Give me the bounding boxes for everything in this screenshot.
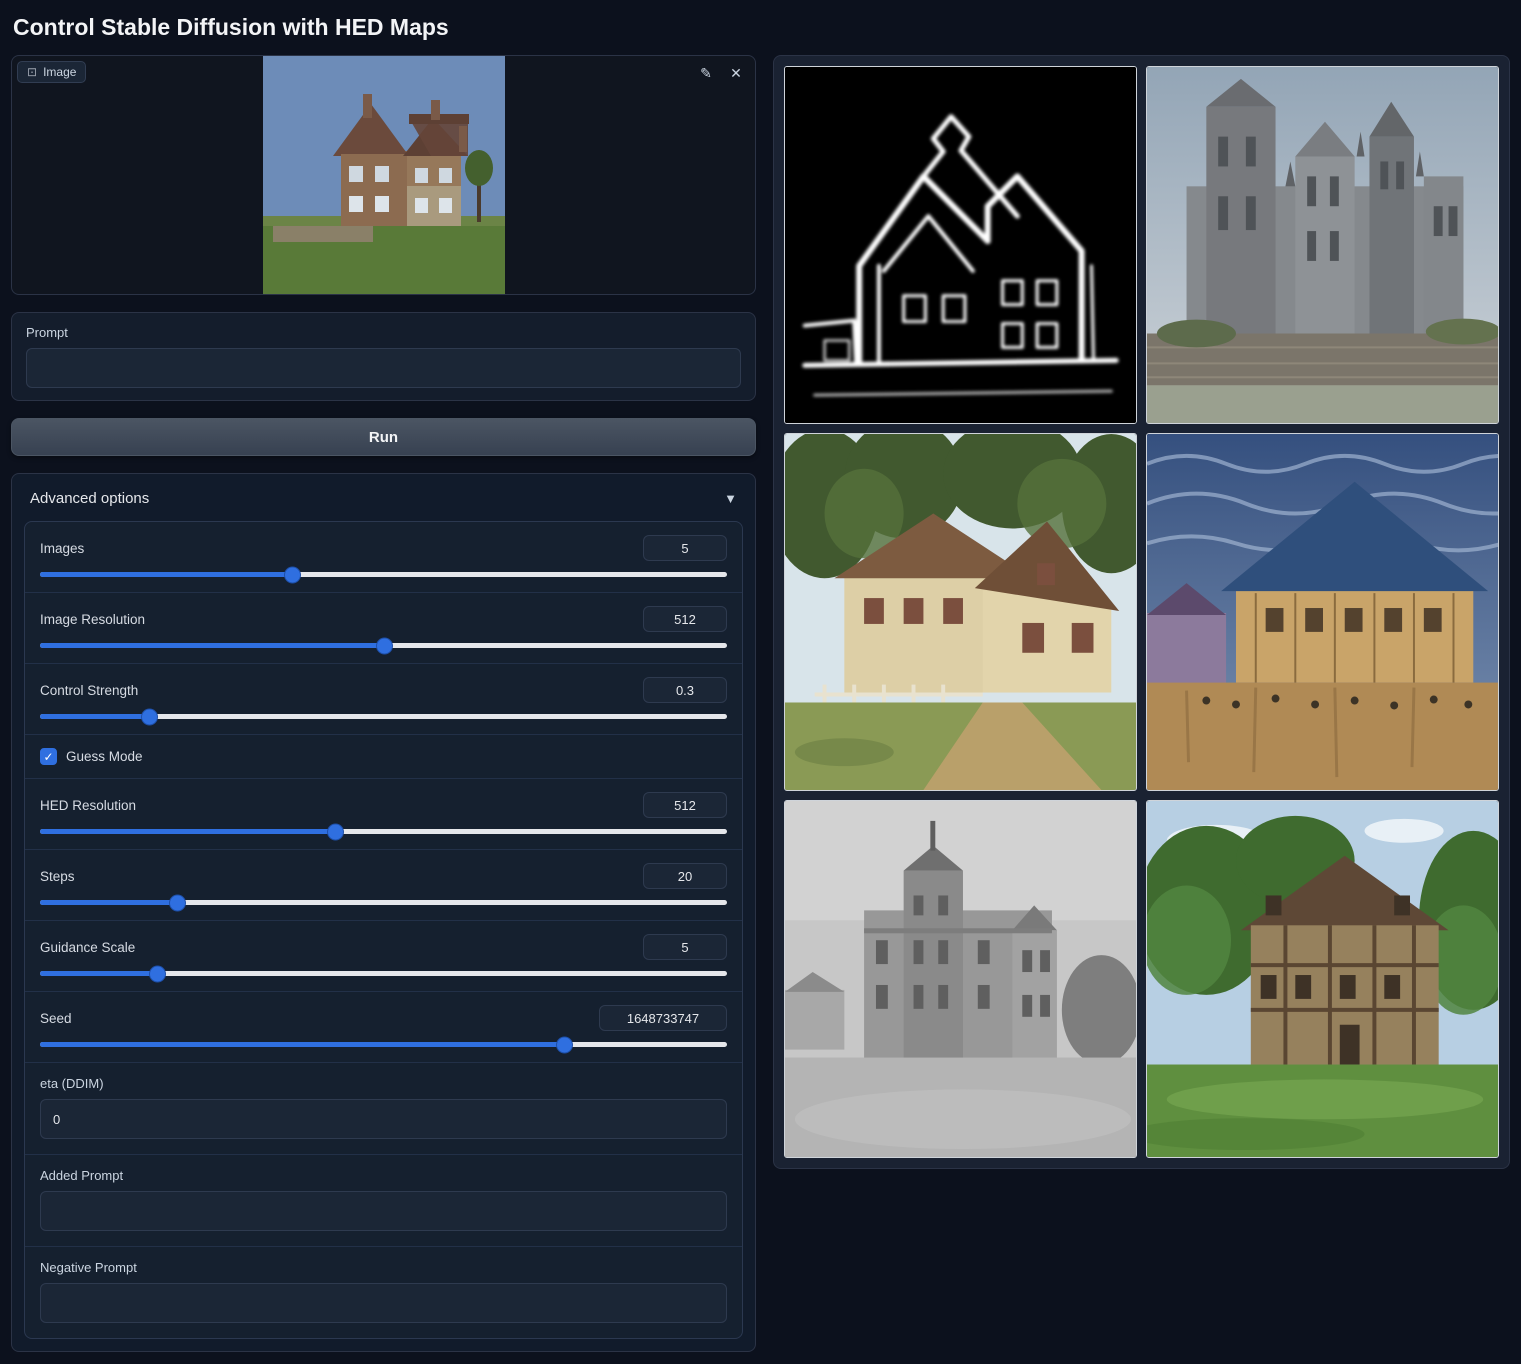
image-resolution-label: Image Resolution (40, 612, 145, 627)
slider-row-hed-resolution: HED Resolution (25, 779, 742, 850)
check-icon: ✓ (43, 750, 53, 764)
output-column (773, 55, 1510, 1169)
hed-resolution-label: HED Resolution (40, 798, 136, 813)
hed-resolution-slider-handle[interactable] (328, 824, 343, 839)
images-slider-handle[interactable] (285, 567, 300, 582)
prompt-label: Prompt (26, 325, 741, 340)
negative-prompt-row: Negative Prompt (25, 1247, 742, 1338)
gallery-item-timbered-house[interactable] (1146, 800, 1499, 1158)
image-icon: ⊡ (27, 65, 37, 79)
gallery-image-stylized-painting (1147, 434, 1498, 790)
image-resolution-value-input[interactable] (643, 606, 727, 632)
gallery-image-cottage-painting (785, 434, 1136, 790)
eta-label: eta (DDIM) (40, 1076, 727, 1091)
slider-row-control-strength: Control Strength (25, 664, 742, 735)
images-label: Images (40, 541, 84, 556)
gallery-image-cathedral (1147, 67, 1498, 423)
image-tab: ⊡ Image (17, 61, 86, 83)
prompt-panel: Prompt (11, 312, 756, 401)
run-button[interactable]: Run (11, 418, 756, 456)
image-tab-label: Image (43, 65, 76, 79)
options-box: Images Image Resolution (24, 521, 743, 1339)
control-strength-label: Control Strength (40, 683, 138, 698)
slider-row-image-resolution: Image Resolution (25, 593, 742, 664)
page-title: Control Stable Diffusion with HED Maps (13, 14, 1510, 41)
negative-prompt-input[interactable] (40, 1283, 727, 1323)
gallery-item-grayscale-building[interactable] (784, 800, 1137, 1158)
added-prompt-input[interactable] (40, 1191, 727, 1231)
prompt-input[interactable] (26, 348, 741, 388)
edit-icon[interactable]: ✎ (695, 62, 717, 84)
gallery-image-timbered-house (1147, 801, 1498, 1157)
guess-mode-label: Guess Mode (66, 749, 143, 764)
control-strength-slider-handle[interactable] (142, 709, 157, 724)
image-upload[interactable]: ⊡ Image ✎ ✕ (11, 55, 756, 295)
controls-column: ⊡ Image ✎ ✕ (11, 55, 756, 1352)
seed-value-input[interactable] (599, 1005, 727, 1031)
guidance-scale-slider-track[interactable] (40, 971, 727, 976)
added-prompt-label: Added Prompt (40, 1168, 727, 1183)
control-strength-value-input[interactable] (643, 677, 727, 703)
control-strength-slider-track[interactable] (40, 714, 727, 719)
steps-label: Steps (40, 869, 75, 884)
gallery-image-grayscale-building (785, 801, 1136, 1157)
input-image (263, 56, 505, 294)
close-icon[interactable]: ✕ (725, 62, 747, 84)
image-resolution-slider-handle[interactable] (377, 638, 392, 653)
result-gallery (773, 55, 1510, 1169)
guidance-scale-label: Guidance Scale (40, 940, 135, 955)
image-resolution-slider-track[interactable] (40, 643, 727, 648)
gallery-image-hed-map (785, 67, 1136, 423)
gallery-item-hed-map[interactable] (784, 66, 1137, 424)
advanced-options-panel: Advanced options ▼ Images (11, 473, 756, 1352)
main-layout: ⊡ Image ✎ ✕ (11, 55, 1510, 1352)
gallery-item-cottage-painting[interactable] (784, 433, 1137, 791)
advanced-options-header[interactable]: Advanced options ▼ (24, 486, 743, 521)
slider-row-images: Images (25, 522, 742, 593)
hed-resolution-value-input[interactable] (643, 792, 727, 818)
slider-row-seed: Seed (25, 992, 742, 1063)
slider-row-steps: Steps (25, 850, 742, 921)
guidance-scale-value-input[interactable] (643, 934, 727, 960)
steps-value-input[interactable] (643, 863, 727, 889)
steps-slider-handle[interactable] (170, 895, 185, 910)
seed-label: Seed (40, 1011, 72, 1026)
seed-slider-handle[interactable] (557, 1037, 572, 1052)
hed-resolution-slider-track[interactable] (40, 829, 727, 834)
eta-input[interactable] (40, 1099, 727, 1139)
steps-slider-track[interactable] (40, 900, 727, 905)
guess-mode-checkbox[interactable]: ✓ (40, 748, 57, 765)
slider-row-guidance-scale: Guidance Scale (25, 921, 742, 992)
images-value-input[interactable] (643, 535, 727, 561)
guidance-scale-slider-handle[interactable] (150, 966, 165, 981)
images-slider-track[interactable] (40, 572, 727, 577)
chevron-down-icon: ▼ (724, 491, 737, 506)
negative-prompt-label: Negative Prompt (40, 1260, 727, 1275)
gallery-item-stylized-painting[interactable] (1146, 433, 1499, 791)
advanced-options-title: Advanced options (30, 490, 149, 507)
seed-slider-track[interactable] (40, 1042, 727, 1047)
gallery-item-cathedral[interactable] (1146, 66, 1499, 424)
added-prompt-row: Added Prompt (25, 1155, 742, 1247)
guess-mode-row: ✓ Guess Mode (25, 735, 742, 779)
eta-row: eta (DDIM) (25, 1063, 742, 1155)
image-actions: ✎ ✕ (695, 62, 747, 84)
